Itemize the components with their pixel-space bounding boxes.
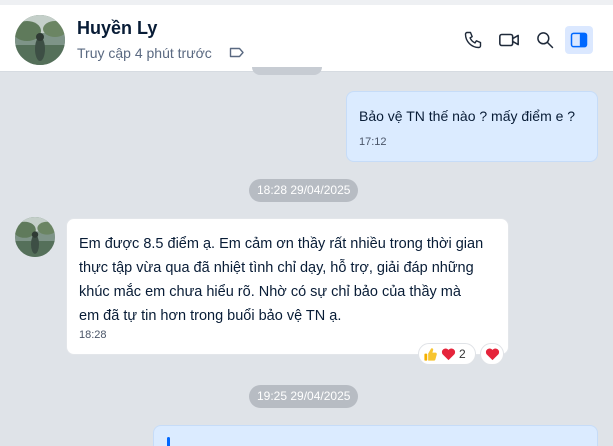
incoming-message[interactable]: Em được 8.5 điểm ạ. Em cảm ơn thầy rất n…	[66, 218, 509, 355]
heart-icon	[485, 348, 499, 361]
chat-header: Huyền Ly Truy cập 4 phút trước	[0, 5, 613, 72]
message-time: 18:28	[79, 329, 107, 341]
sender-avatar[interactable]	[15, 217, 55, 257]
phone-icon	[464, 31, 482, 49]
time-divider: 19:25 29/04/2025	[249, 385, 359, 408]
last-seen-status: Truy cập 4 phút trước	[77, 45, 212, 61]
outgoing-message[interactable]: Bảo vệ TN thế nào ? mấy điểm e ? 17:12	[346, 91, 598, 162]
video-call-button[interactable]	[495, 26, 523, 54]
message-line: Em được 8.5 điểm ạ. Em cảm ơn thầy rất n…	[79, 236, 484, 252]
reaction-summary[interactable]: 2	[418, 343, 476, 365]
message-text: Bảo vệ TN thế nào ? mấy điểm e ?	[359, 108, 576, 124]
outgoing-message-partial[interactable]	[153, 425, 598, 446]
react-button[interactable]	[480, 343, 504, 365]
message-line: khúc mắc em chưa hiểu rõ. Nhờ có sự chỉ …	[79, 284, 461, 300]
conversation-info-toggle[interactable]	[565, 26, 593, 54]
search-button[interactable]	[531, 26, 559, 54]
quote-bar	[167, 437, 170, 446]
thumbs-up-icon	[424, 347, 437, 361]
video-call-icon	[499, 33, 519, 47]
contact-avatar[interactable]	[15, 15, 65, 65]
message-line: thực tập vừa qua đã nhiệt tình chỉ dạy, …	[79, 260, 474, 276]
heart-icon	[441, 348, 456, 361]
message-line: em đã tự tin hơn trong buổi bảo vệ TN ạ.	[79, 308, 342, 324]
previous-message-edge	[252, 67, 322, 75]
tag-icon[interactable]	[229, 46, 245, 59]
message-time: 17:12	[359, 136, 387, 148]
voice-call-button[interactable]	[459, 26, 487, 54]
reaction-count: 2	[459, 347, 466, 361]
time-divider: 18:28 29/04/2025	[249, 179, 359, 202]
message-text: Em được 8.5 điểm ạ. Em cảm ơn thầy rất n…	[79, 232, 504, 328]
contact-name[interactable]: Huyền Ly	[77, 18, 157, 39]
search-icon	[537, 32, 554, 49]
sidebar-toggle-icon	[570, 32, 588, 48]
